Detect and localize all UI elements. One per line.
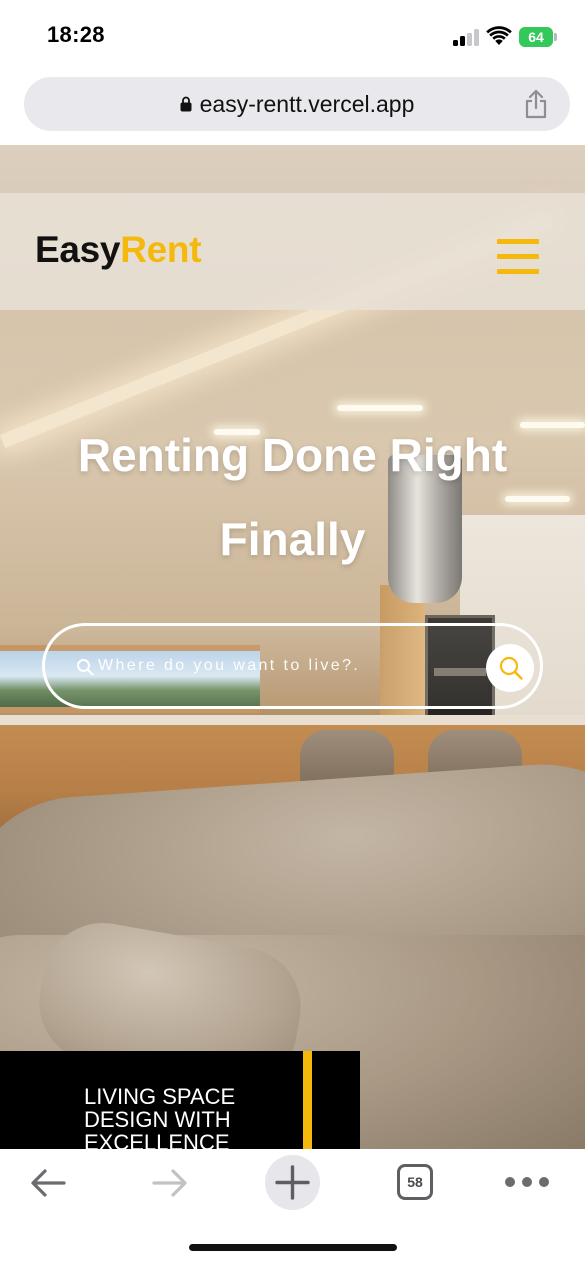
new-tab-button[interactable] — [265, 1155, 320, 1210]
promo-text-line1: LIVING SPACE — [84, 1084, 236, 1109]
battery-level: 64 — [528, 29, 544, 45]
home-indicator — [189, 1244, 397, 1251]
tab-count: 58 — [407, 1174, 423, 1190]
promo-text-line3: EXCELLENCE — [84, 1130, 230, 1149]
search-submit-button[interactable] — [486, 644, 534, 692]
battery-icon: 64 — [519, 27, 557, 47]
status-time: 18:28 — [47, 22, 105, 47]
wifi-icon — [486, 26, 512, 45]
location-search-bar — [42, 623, 543, 709]
more-options-icon[interactable] — [505, 1177, 549, 1189]
hero-title-line2: Finally — [219, 513, 366, 565]
search-submit-icon — [499, 656, 523, 680]
site-logo[interactable]: EasyRent — [35, 229, 202, 271]
promo-accent-bar — [303, 1051, 312, 1149]
back-arrow-icon[interactable] — [28, 1165, 68, 1201]
lock-icon — [180, 96, 192, 112]
hero-title-line1: Renting Done Right — [77, 429, 508, 481]
share-icon[interactable] — [524, 89, 548, 119]
tabs-icon[interactable]: 58 — [397, 1164, 433, 1200]
signal-icon — [453, 29, 479, 46]
url-text: easy-rentt.vercel.app — [199, 90, 415, 117]
forward-arrow-icon[interactable] — [150, 1165, 190, 1201]
promo-text-line2: DESIGN WITH — [84, 1107, 231, 1132]
status-bar: 18:28 64 — [0, 0, 585, 72]
search-icon — [77, 659, 94, 676]
logo-text-rent: Rent — [120, 229, 202, 270]
web-page: EasyRent Renting Done Right Finally LIVI… — [0, 145, 585, 1149]
hero-title: Renting Done Right Finally — [0, 413, 585, 581]
promo-banner: LIVING SPACE DESIGN WITH EXCELLENCE — [0, 1051, 360, 1149]
new-tab-plus-icon — [275, 1165, 310, 1200]
browser-toolbar: 58 — [0, 1149, 585, 1266]
hamburger-menu-icon[interactable] — [497, 239, 539, 275]
logo-text-easy: Easy — [35, 229, 121, 270]
location-search-input[interactable] — [98, 648, 478, 684]
address-bar[interactable]: easy-rentt.vercel.app — [24, 77, 570, 131]
promo-text: LIVING SPACE DESIGN WITH EXCELLENCE — [84, 1085, 294, 1149]
site-navbar: EasyRent — [0, 193, 585, 310]
